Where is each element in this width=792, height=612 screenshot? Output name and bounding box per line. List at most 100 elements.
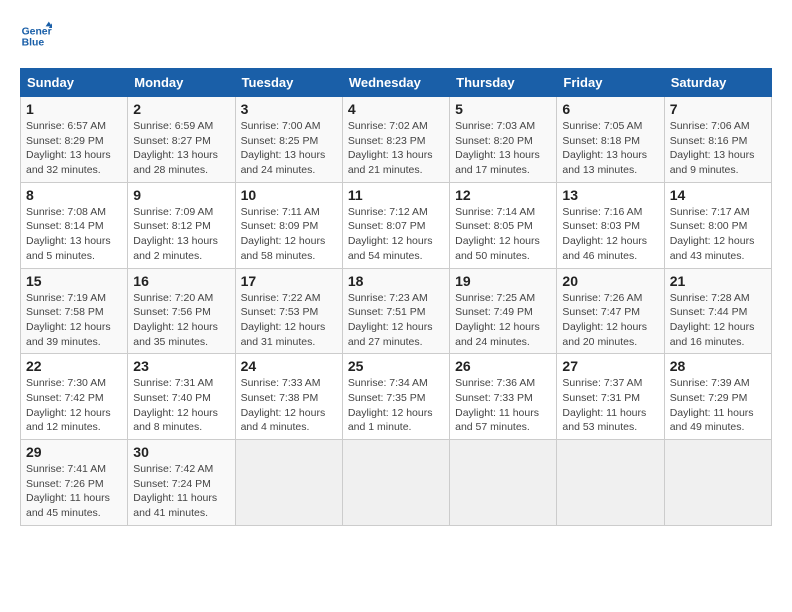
day-number: 23 (133, 358, 229, 374)
day-info: Sunrise: 7:31 AM Sunset: 7:40 PM Dayligh… (133, 376, 229, 435)
header-friday: Friday (557, 69, 664, 97)
table-row: 30 Sunrise: 7:42 AM Sunset: 7:24 PM Dayli… (128, 440, 235, 526)
day-info: Sunrise: 7:22 AM Sunset: 7:53 PM Dayligh… (241, 291, 337, 350)
table-row (235, 440, 342, 526)
table-row: 25Sunrise: 7:34 AM Sunset: 7:35 PM Dayli… (342, 354, 449, 440)
weekday-header-row: Sunday Monday Tuesday Wednesday Thursday… (21, 69, 772, 97)
day-info: Sunrise: 7:06 AM Sunset: 8:16 PM Dayligh… (670, 119, 766, 178)
day-number: 30 (133, 444, 229, 460)
logo-icon: General Blue (20, 20, 52, 52)
day-info: Sunrise: 7:12 AM Sunset: 8:07 PM Dayligh… (348, 205, 444, 264)
day-number: 14 (670, 187, 766, 203)
calendar-week-row: 22 Sunrise: 7:30 AM Sunset: 7:42 PM Dayli… (21, 354, 772, 440)
table-row: 15Sunrise: 7:19 AM Sunset: 7:58 PM Dayli… (21, 268, 128, 354)
day-number: 1 (26, 101, 122, 117)
day-number: 4 (348, 101, 444, 117)
day-number: 19 (455, 273, 551, 289)
table-row: 5 Sunrise: 7:03 AM Sunset: 8:20 PM Daylig… (450, 97, 557, 183)
calendar-week-row: 8Sunrise: 7:08 AM Sunset: 8:14 PM Daylig… (21, 182, 772, 268)
table-row: 27 Sunrise: 7:37 AM Sunset: 7:31 PM Dayli… (557, 354, 664, 440)
table-row: 4 Sunrise: 7:02 AM Sunset: 8:23 PM Daylig… (342, 97, 449, 183)
table-row: 17Sunrise: 7:22 AM Sunset: 7:53 PM Dayli… (235, 268, 342, 354)
day-info: Sunrise: 7:42 AM Sunset: 7:24 PM Dayligh… (133, 462, 229, 521)
table-row: 14 Sunrise: 7:17 AM Sunset: 8:00 PM Dayli… (664, 182, 771, 268)
day-info: Sunrise: 7:30 AM Sunset: 7:42 PM Dayligh… (26, 376, 122, 435)
logo: General Blue (20, 20, 56, 52)
day-number: 6 (562, 101, 658, 117)
table-row (450, 440, 557, 526)
table-row: 24 Sunrise: 7:33 AM Sunset: 7:38 PM Dayli… (235, 354, 342, 440)
header-wednesday: Wednesday (342, 69, 449, 97)
day-info: Sunrise: 7:36 AM Sunset: 7:33 PM Dayligh… (455, 376, 551, 435)
header-thursday: Thursday (450, 69, 557, 97)
day-info: Sunrise: 7:08 AM Sunset: 8:14 PM Dayligh… (26, 205, 122, 264)
day-info: Sunrise: 7:26 AM Sunset: 7:47 PM Dayligh… (562, 291, 658, 350)
table-row: 7 Sunrise: 7:06 AM Sunset: 8:16 PM Daylig… (664, 97, 771, 183)
day-info: Sunrise: 7:34 AM Sunset: 7:35 PM Dayligh… (348, 376, 444, 435)
day-info: Sunrise: 7:41 AM Sunset: 7:26 PM Dayligh… (26, 462, 122, 521)
day-number: 26 (455, 358, 551, 374)
table-row: 29 Sunrise: 7:41 AM Sunset: 7:26 PM Dayli… (21, 440, 128, 526)
header-saturday: Saturday (664, 69, 771, 97)
day-number: 28 (670, 358, 766, 374)
table-row: 11 Sunrise: 7:12 AM Sunset: 8:07 PM Dayli… (342, 182, 449, 268)
day-number: 7 (670, 101, 766, 117)
day-info: Sunrise: 7:39 AM Sunset: 7:29 PM Dayligh… (670, 376, 766, 435)
day-number: 15 (26, 273, 122, 289)
page-header: General Blue (20, 20, 772, 52)
day-number: 18 (348, 273, 444, 289)
day-info: Sunrise: 7:16 AM Sunset: 8:03 PM Dayligh… (562, 205, 658, 264)
table-row: 20 Sunrise: 7:26 AM Sunset: 7:47 PM Dayli… (557, 268, 664, 354)
day-info: Sunrise: 7:02 AM Sunset: 8:23 PM Dayligh… (348, 119, 444, 178)
table-row (342, 440, 449, 526)
header-tuesday: Tuesday (235, 69, 342, 97)
day-number: 11 (348, 187, 444, 203)
calendar-table: Sunday Monday Tuesday Wednesday Thursday… (20, 68, 772, 526)
table-row (664, 440, 771, 526)
day-info: Sunrise: 6:57 AM Sunset: 8:29 PM Dayligh… (26, 119, 122, 178)
day-number: 12 (455, 187, 551, 203)
table-row: 12 Sunrise: 7:14 AM Sunset: 8:05 PM Dayli… (450, 182, 557, 268)
day-number: 9 (133, 187, 229, 203)
header-sunday: Sunday (21, 69, 128, 97)
calendar-week-row: 15Sunrise: 7:19 AM Sunset: 7:58 PM Dayli… (21, 268, 772, 354)
day-number: 5 (455, 101, 551, 117)
day-number: 21 (670, 273, 766, 289)
calendar-week-row: 1 Sunrise: 6:57 AM Sunset: 8:29 PM Daylig… (21, 97, 772, 183)
day-number: 10 (241, 187, 337, 203)
day-number: 20 (562, 273, 658, 289)
day-info: Sunrise: 7:14 AM Sunset: 8:05 PM Dayligh… (455, 205, 551, 264)
day-info: Sunrise: 7:17 AM Sunset: 8:00 PM Dayligh… (670, 205, 766, 264)
table-row: 26 Sunrise: 7:36 AM Sunset: 7:33 PM Dayli… (450, 354, 557, 440)
table-row (557, 440, 664, 526)
day-info: Sunrise: 7:37 AM Sunset: 7:31 PM Dayligh… (562, 376, 658, 435)
day-info: Sunrise: 7:03 AM Sunset: 8:20 PM Dayligh… (455, 119, 551, 178)
table-row: 2Sunrise: 6:59 AM Sunset: 8:27 PM Daylig… (128, 97, 235, 183)
table-row: 10 Sunrise: 7:11 AM Sunset: 8:09 PM Dayli… (235, 182, 342, 268)
svg-text:General: General (22, 26, 52, 37)
table-row: 3Sunrise: 7:00 AM Sunset: 8:25 PM Daylig… (235, 97, 342, 183)
table-row: 8Sunrise: 7:08 AM Sunset: 8:14 PM Daylig… (21, 182, 128, 268)
day-number: 2 (133, 101, 229, 117)
day-info: Sunrise: 7:20 AM Sunset: 7:56 PM Dayligh… (133, 291, 229, 350)
day-number: 24 (241, 358, 337, 374)
day-number: 3 (241, 101, 337, 117)
day-info: Sunrise: 7:33 AM Sunset: 7:38 PM Dayligh… (241, 376, 337, 435)
table-row: 22 Sunrise: 7:30 AM Sunset: 7:42 PM Dayli… (21, 354, 128, 440)
day-info: Sunrise: 7:28 AM Sunset: 7:44 PM Dayligh… (670, 291, 766, 350)
day-info: Sunrise: 7:25 AM Sunset: 7:49 PM Dayligh… (455, 291, 551, 350)
table-row: 6 Sunrise: 7:05 AM Sunset: 8:18 PM Daylig… (557, 97, 664, 183)
svg-text:Blue: Blue (22, 38, 45, 49)
table-row: 28 Sunrise: 7:39 AM Sunset: 7:29 PM Dayli… (664, 354, 771, 440)
day-info: Sunrise: 7:11 AM Sunset: 8:09 PM Dayligh… (241, 205, 337, 264)
day-number: 29 (26, 444, 122, 460)
day-number: 27 (562, 358, 658, 374)
day-number: 22 (26, 358, 122, 374)
table-row: 1 Sunrise: 6:57 AM Sunset: 8:29 PM Daylig… (21, 97, 128, 183)
day-info: Sunrise: 7:09 AM Sunset: 8:12 PM Dayligh… (133, 205, 229, 264)
table-row: 23 Sunrise: 7:31 AM Sunset: 7:40 PM Dayli… (128, 354, 235, 440)
day-number: 16 (133, 273, 229, 289)
day-info: Sunrise: 7:05 AM Sunset: 8:18 PM Dayligh… (562, 119, 658, 178)
table-row: 21 Sunrise: 7:28 AM Sunset: 7:44 PM Dayli… (664, 268, 771, 354)
table-row: 13Sunrise: 7:16 AM Sunset: 8:03 PM Dayli… (557, 182, 664, 268)
